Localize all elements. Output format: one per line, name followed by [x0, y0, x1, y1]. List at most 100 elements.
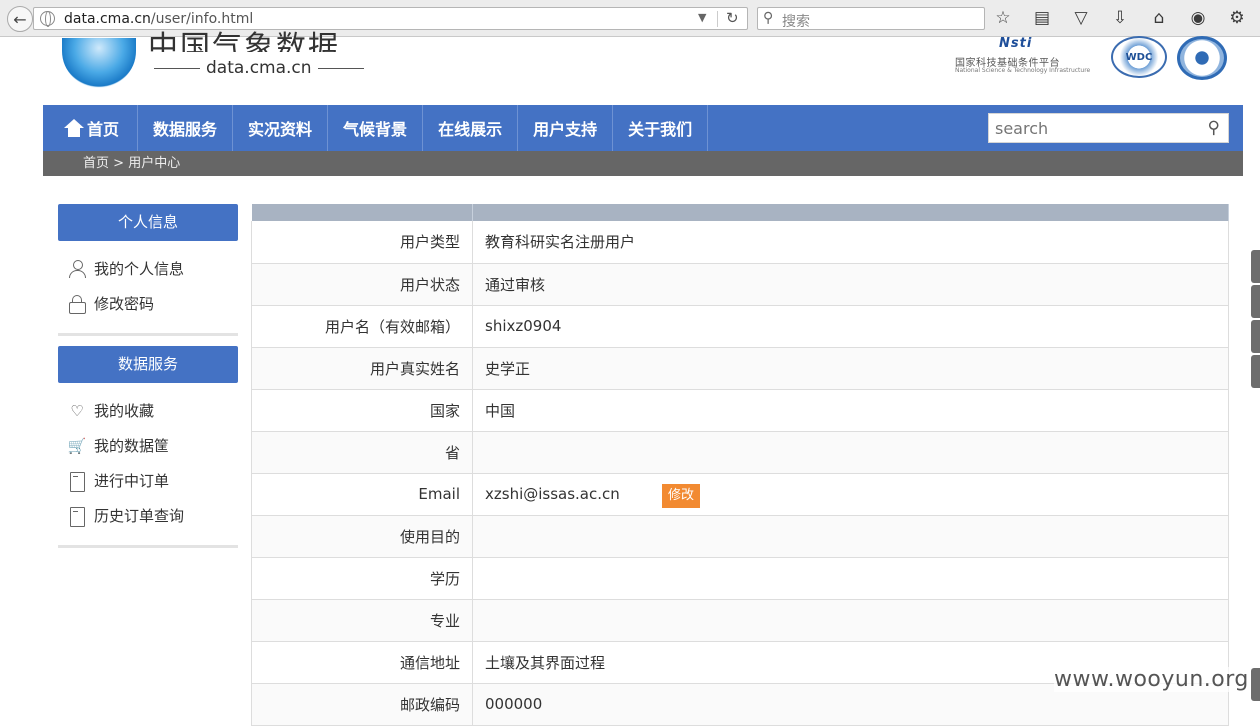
field-value: [472, 515, 1229, 558]
nsti-logo-mark: Nsti: [999, 36, 1033, 51]
field-value: [472, 431, 1229, 474]
lock-icon: [68, 294, 86, 314]
nav-item-label: 在线展示: [438, 120, 503, 139]
float-tool-button[interactable]: [1251, 355, 1260, 388]
document-icon: [68, 471, 86, 492]
table-header: [251, 204, 1229, 221]
field-label: 省: [251, 431, 473, 474]
site-search-input[interactable]: [989, 114, 1189, 142]
table-row: 省: [251, 431, 1229, 474]
sidebar-item-label: 历史订单查询: [94, 507, 185, 525]
table-row: 用户类型 教育科研实名注册用户: [251, 221, 1229, 264]
download-icon[interactable]: ⇩: [1110, 8, 1130, 28]
table-row: 使用目的: [251, 515, 1229, 558]
nav-item-label: 关于我们: [628, 120, 693, 139]
sidebar-item-label: 进行中订单: [94, 472, 170, 490]
breadcrumb: 首页 > 用户中心: [43, 151, 1243, 176]
url-bar[interactable]: data.cma.cn/user/info.html ▼ ↻: [33, 7, 748, 30]
nav-item-label: 首页: [87, 120, 120, 139]
breadcrumb-home[interactable]: 首页: [83, 156, 109, 171]
field-label: 用户名（有效邮箱）: [251, 305, 473, 348]
edit-email-button[interactable]: 修改: [662, 483, 701, 508]
reading-list-icon[interactable]: ▤: [1032, 8, 1052, 28]
sidebar: 个人信息 我的个人信息 修改密码 数据服务 ♡ 我的收藏 🛒 我的数据筐 进行中订单…: [58, 204, 238, 548]
cart-icon: 🛒: [67, 436, 87, 455]
nav-item-user-support[interactable]: 用户支持: [518, 105, 614, 151]
field-label: 使用目的: [251, 515, 473, 558]
float-tool-button[interactable]: [1251, 320, 1260, 353]
sidebar-item-favorites[interactable]: ♡ 我的收藏: [68, 393, 238, 428]
field-value: [472, 599, 1229, 642]
reload-icon[interactable]: ↻: [726, 9, 739, 27]
bookmark-star-icon[interactable]: ☆: [993, 8, 1013, 28]
chat-icon[interactable]: ◉: [1188, 8, 1208, 28]
nav-item-label: 气候背景: [343, 120, 408, 139]
sidebar-item-label: 我的收藏: [94, 402, 155, 420]
field-value: 史学正: [472, 347, 1229, 390]
breadcrumb-separator: >: [113, 156, 125, 171]
back-to-top-button[interactable]: [1251, 668, 1260, 701]
nav-item-climate[interactable]: 气候背景: [328, 105, 424, 151]
field-label: Email: [251, 473, 473, 516]
field-value: xzshi@issas.ac.cn: [485, 485, 620, 503]
nav-item-data-service[interactable]: 数据服务: [138, 105, 234, 151]
nav-item-online-display[interactable]: 在线展示: [423, 105, 519, 151]
table-row: 国家 中国: [251, 389, 1229, 432]
float-tool-button[interactable]: [1251, 250, 1260, 283]
table-row: 用户真实姓名 史学正: [251, 347, 1229, 390]
wdc-logo[interactable]: WDC: [1111, 36, 1167, 78]
nav-item-label: 实况资料: [248, 120, 313, 139]
email-cell: xzshi@issas.ac.cn 修改: [472, 473, 1229, 516]
sidebar-item-data-basket[interactable]: 🛒 我的数据筐: [68, 428, 238, 463]
toolbar-icons: ☆ ▤ ▽ ⇩ ⌂ ◉ ⚙ ☰: [993, 8, 1260, 28]
sidebar-item-pending-orders[interactable]: 进行中订单: [68, 463, 238, 498]
url-text: data.cma.cn/user/info.html: [64, 11, 254, 27]
table-row: 用户状态 通过审核: [251, 263, 1229, 306]
site-logo[interactable]: 中国气象数据网 data.cma.cn: [60, 30, 370, 93]
browser-search-input[interactable]: ⚲ 搜索: [757, 7, 985, 30]
nav-item-live-data[interactable]: 实况资料: [233, 105, 329, 151]
sidebar-item-my-info[interactable]: 我的个人信息: [68, 251, 238, 286]
sidebar-section-data-service: 数据服务: [58, 346, 238, 383]
cma-emblem-icon[interactable]: [1177, 36, 1227, 80]
field-label: 邮政编码: [251, 683, 473, 726]
pocket-icon[interactable]: ▽: [1071, 8, 1091, 28]
field-label: 国家: [251, 389, 473, 432]
field-label: 用户类型: [251, 221, 473, 264]
url-dropdown-icon[interactable]: ▼: [698, 11, 706, 24]
sidebar-item-label: 我的数据筐: [94, 437, 170, 455]
sidebar-item-label: 修改密码: [94, 295, 155, 313]
sidebar-item-change-password[interactable]: 修改密码: [68, 286, 238, 321]
extension-icon[interactable]: ⚙: [1227, 8, 1247, 28]
sidebar-item-order-history[interactable]: 历史订单查询: [68, 498, 238, 533]
sidebar-item-label: 我的个人信息: [94, 260, 185, 278]
nav-item-label: 用户支持: [533, 120, 598, 139]
field-label: 学历: [251, 557, 473, 600]
table-row: Email xzshi@issas.ac.cn 修改: [251, 473, 1229, 516]
field-label: 通信地址: [251, 641, 473, 684]
nsti-english-name: National Science & Technology Infrastruc…: [955, 67, 1091, 74]
float-tool-button[interactable]: [1251, 285, 1260, 318]
search-icon[interactable]: ⚲: [1208, 118, 1220, 138]
field-label: 专业: [251, 599, 473, 642]
field-value: 教育科研实名注册用户: [472, 221, 1229, 264]
nav-item-about[interactable]: 关于我们: [613, 105, 709, 151]
field-value: 中国: [472, 389, 1229, 432]
logo-emblem-icon: [62, 38, 136, 88]
nsti-logo[interactable]: Nsti 国家科技基础条件平台 National Science & Techn…: [953, 36, 1103, 76]
home-icon[interactable]: ⌂: [1149, 8, 1169, 28]
wdc-logo-text: WDC: [1125, 51, 1153, 63]
nav-item-home[interactable]: 首页: [43, 105, 139, 151]
table-row: 用户名（有效邮箱） shixz0904: [251, 305, 1229, 348]
floating-toolbar: [1251, 250, 1260, 390]
field-label: 用户状态: [251, 263, 473, 306]
logo-chinese-title: 中国气象数据网: [148, 30, 340, 52]
document-icon: [68, 506, 86, 527]
back-arrow-icon[interactable]: ←: [7, 6, 33, 32]
logo-domain: data.cma.cn: [148, 58, 370, 78]
url-divider: [717, 11, 718, 27]
main-nav: 首页 数据服务 实况资料 气候背景 在线展示 用户支持 关于我们 ⚲: [43, 105, 1243, 151]
user-icon: [68, 259, 86, 278]
heart-icon: ♡: [70, 401, 84, 420]
field-label: 用户真实姓名: [251, 347, 473, 390]
